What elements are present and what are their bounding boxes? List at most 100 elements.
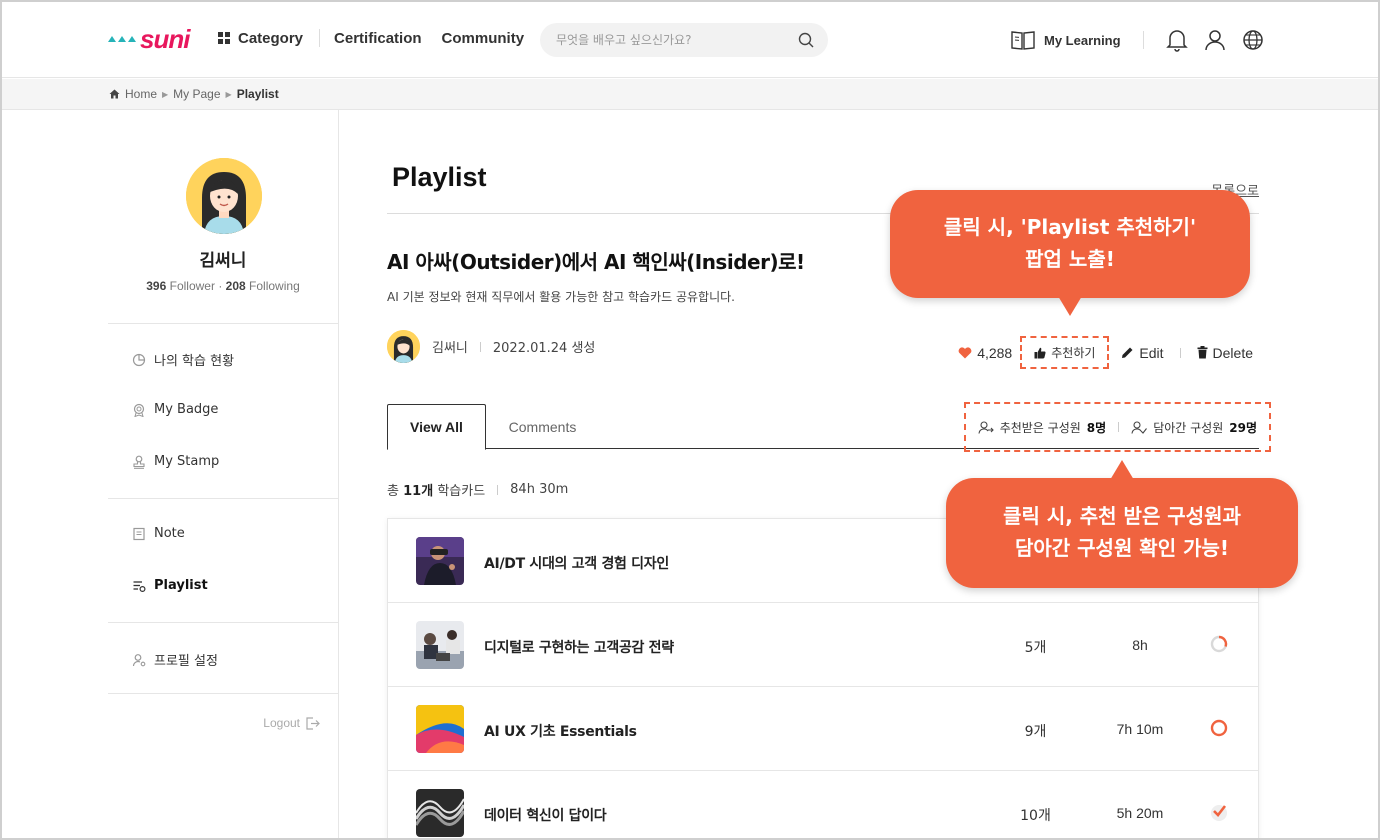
header-right: My Learning bbox=[1010, 28, 1264, 52]
saved-members-icon bbox=[1131, 420, 1148, 434]
sidebar-divider bbox=[108, 323, 338, 324]
like-button[interactable]: 4,288 bbox=[958, 345, 1012, 361]
profile-settings-icon bbox=[132, 653, 146, 666]
search-bar bbox=[540, 23, 828, 57]
card-summary: 총 11개 학습카드 84h 30m bbox=[387, 480, 568, 499]
category-label: Category bbox=[238, 29, 304, 47]
nav-community[interactable]: Community bbox=[442, 30, 525, 47]
suni-logo[interactable]: suni bbox=[108, 23, 190, 54]
breadcrumb-home[interactable]: Home bbox=[125, 87, 157, 101]
recommend-button[interactable]: 추천하기 bbox=[1020, 336, 1110, 369]
logo-text: suni bbox=[140, 23, 190, 54]
callout-line: 팝업 노출! bbox=[1025, 247, 1115, 271]
card-duration: 5h 20m bbox=[1116, 805, 1164, 821]
logout-label: Logout bbox=[263, 716, 300, 730]
my-learning-link[interactable]: My Learning bbox=[1010, 29, 1121, 51]
not-started-icon bbox=[1210, 719, 1228, 737]
playlist-actions: 4,288 추천하기 Edit Delete bbox=[958, 336, 1253, 369]
book-icon bbox=[1011, 31, 1035, 50]
card-title: AI/DT 시대의 고객 경험 디자인 bbox=[484, 556, 669, 572]
members-callout: 클릭 시, 추천 받은 구성원과 담아간 구성원 확인 가능! bbox=[946, 460, 1298, 588]
my-learning-label: My Learning bbox=[1044, 32, 1121, 48]
follower-count: 396 bbox=[146, 279, 167, 293]
bell-icon[interactable] bbox=[1165, 28, 1188, 52]
tab-comments[interactable]: Comments bbox=[486, 404, 599, 450]
summary-prefix: 총 bbox=[387, 484, 399, 499]
grid-icon bbox=[218, 32, 230, 44]
playlist-description: AI 기본 정보와 현재 직무에서 활용 가능한 참고 학습카드 공유합니다. bbox=[387, 290, 735, 304]
sidebar-item-label: My Stamp bbox=[154, 454, 220, 469]
author-avatar[interactable] bbox=[387, 330, 420, 363]
sidebar-divider bbox=[108, 498, 338, 499]
summary-count: 11개 bbox=[403, 484, 434, 499]
nav-certification[interactable]: Certification bbox=[334, 30, 422, 47]
callout-line: 클릭 시, 추천 받은 구성원과 bbox=[1003, 504, 1241, 528]
sidebar-item-playlist[interactable]: Playlist bbox=[132, 578, 208, 593]
completed-check-icon bbox=[1211, 805, 1227, 821]
recommended-members-icon bbox=[978, 420, 994, 434]
page-title: Playlist bbox=[392, 162, 487, 192]
user-icon[interactable] bbox=[1204, 28, 1226, 52]
sidebar-item-badge[interactable]: My Badge bbox=[132, 402, 218, 417]
sidebar-item-note[interactable]: Note bbox=[132, 526, 185, 541]
edit-button[interactable]: Edit bbox=[1121, 344, 1164, 361]
list-item[interactable]: 디지털로 구현하는 고객공감 전략 5개 8h bbox=[388, 603, 1258, 687]
home-icon bbox=[109, 89, 120, 99]
stamp-icon bbox=[133, 455, 145, 469]
content-tabs: View All Comments 추천받은 구성원 8명 담아간 구성원 29… bbox=[387, 402, 1271, 452]
following-label[interactable]: Following bbox=[249, 279, 300, 293]
tab-view-all[interactable]: View All bbox=[387, 404, 486, 450]
author-name[interactable]: 김써니 bbox=[432, 337, 468, 356]
list-item[interactable]: AI UX 기초 Essentials 9개 7h 10m bbox=[388, 687, 1258, 771]
delete-button[interactable]: Delete bbox=[1197, 345, 1253, 361]
note-icon bbox=[133, 527, 145, 540]
globe-icon[interactable] bbox=[1242, 29, 1264, 51]
card-title: 디지털로 구현하는 고객공감 전략 bbox=[484, 640, 674, 656]
created-date: 2022.01.24 생성 bbox=[492, 341, 596, 356]
thumbs-up-icon bbox=[1034, 347, 1046, 358]
card-thumbnail bbox=[416, 621, 464, 669]
summary-duration: 84h 30m bbox=[510, 482, 569, 497]
breadcrumb-current: Playlist bbox=[236, 87, 279, 101]
card-count: 9개 bbox=[1024, 724, 1047, 740]
card-count: 10개 bbox=[1020, 808, 1051, 824]
breadcrumb-arrow-icon: ▶ bbox=[225, 89, 232, 99]
saved-members-label: 담아간 구성원 bbox=[1153, 420, 1224, 435]
card-thumbnail bbox=[416, 789, 464, 837]
follower-label[interactable]: Follower bbox=[170, 279, 215, 293]
playlist-icon bbox=[133, 580, 146, 592]
callout-line: 담아간 구성원 확인 가능! bbox=[1014, 536, 1229, 560]
members-divider bbox=[1118, 422, 1120, 432]
profile-name: 김써니 bbox=[199, 251, 247, 271]
playlist-author: 김써니 2022.01.24 생성 bbox=[387, 330, 595, 363]
sidebar-item-stamp[interactable]: My Stamp bbox=[132, 454, 219, 469]
search-icon[interactable] bbox=[798, 32, 814, 48]
list-item[interactable]: 데이터 혁신이 답이다 10개 5h 20m bbox=[388, 771, 1258, 838]
logout-button[interactable]: Logout bbox=[263, 716, 320, 730]
follow-stats: 396 Follower · 208 Following bbox=[108, 279, 338, 293]
breadcrumb: Home ▶ My Page ▶ Playlist bbox=[2, 79, 1378, 110]
playlist-title: AI 아싸(Outsider)에서 AI 핵인싸(Insider)로! bbox=[387, 250, 805, 274]
recommend-callout: 클릭 시, 'Playlist 추천하기' 팝업 노출! bbox=[890, 190, 1250, 316]
pencil-icon bbox=[1122, 347, 1133, 358]
search-input[interactable] bbox=[556, 30, 786, 50]
sidebar-item-learning-status[interactable]: 나의 학습 현황 bbox=[132, 350, 234, 369]
like-count: 4,288 bbox=[977, 344, 1013, 361]
category-menu[interactable]: Category bbox=[218, 30, 303, 47]
member-stats[interactable]: 추천받은 구성원 8명 담아간 구성원 29명 bbox=[963, 402, 1271, 452]
card-duration: 8h bbox=[1132, 637, 1148, 653]
trash-icon bbox=[1197, 346, 1208, 359]
sidebar-item-label: 프로필 설정 bbox=[154, 654, 218, 669]
profile-avatar[interactable] bbox=[186, 158, 262, 234]
sidebar-item-label: Playlist bbox=[154, 578, 208, 593]
edit-label: Edit bbox=[1139, 344, 1164, 361]
delete-label: Delete bbox=[1212, 344, 1253, 361]
summary-suffix: 학습카드 bbox=[437, 484, 486, 499]
breadcrumb-mypage[interactable]: My Page bbox=[173, 87, 220, 101]
heart-icon bbox=[958, 346, 972, 358]
following-count: 208 bbox=[225, 279, 246, 293]
sidebar-item-profile-settings[interactable]: 프로필 설정 bbox=[132, 650, 218, 669]
sidebar-border bbox=[338, 110, 339, 838]
sidebar-divider bbox=[108, 693, 338, 694]
sidebar-divider bbox=[108, 622, 338, 623]
